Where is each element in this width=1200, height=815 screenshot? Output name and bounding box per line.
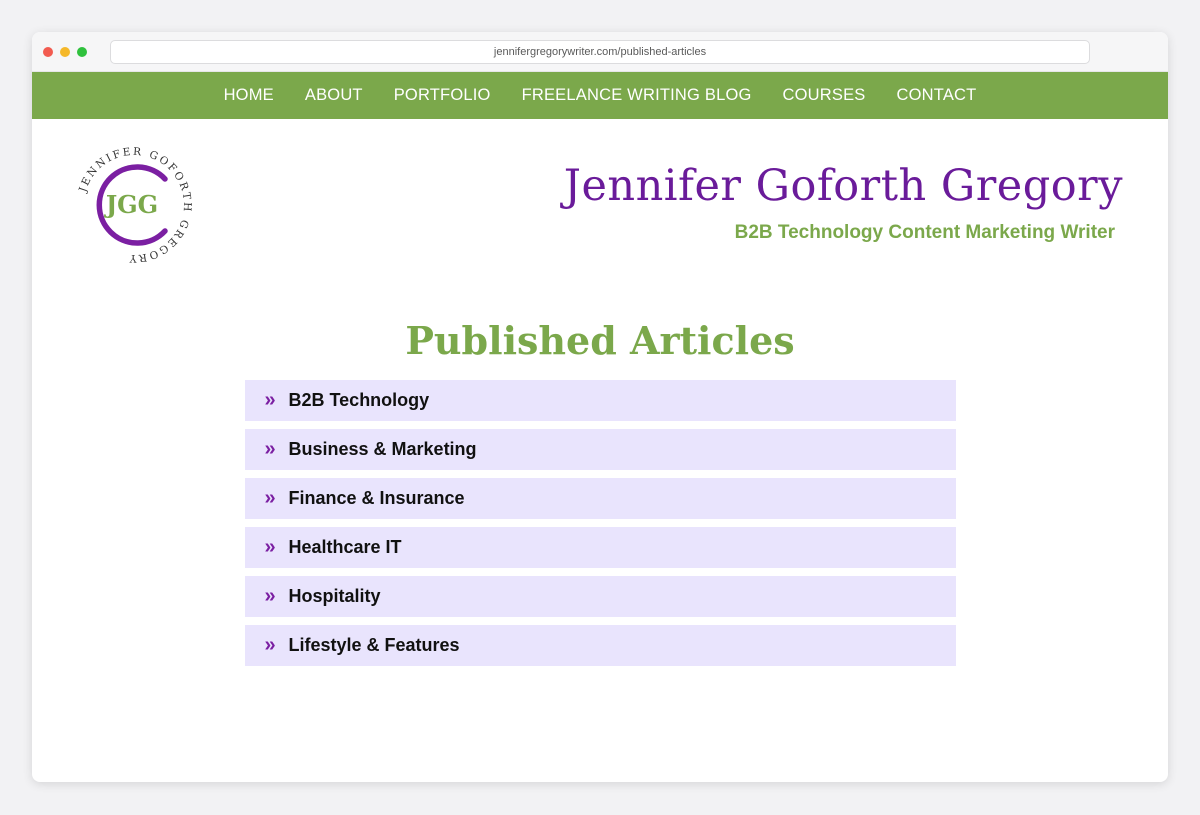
site-title[interactable]: Jennifer Goforth Gregory — [564, 161, 1123, 211]
double-chevron-right-icon: » — [264, 388, 276, 411]
accordion-item-b2b-technology[interactable]: » B2B Technology — [244, 380, 956, 421]
close-window-button[interactable] — [43, 47, 53, 57]
accordion-item-label: Finance & Insurance — [288, 488, 465, 508]
site-header: JENNIFER GOFORTH GREGORY JGG Jennifer Go… — [32, 119, 1168, 289]
logo-initials: JGG — [104, 190, 158, 219]
double-chevron-right-icon: » — [264, 633, 276, 656]
page-title: Published Articles — [405, 318, 795, 363]
accordion-item-label: Lifestyle & Features — [288, 635, 460, 655]
accordion-item-healthcare-it[interactable]: » Healthcare IT — [244, 527, 956, 568]
double-chevron-right-icon: » — [264, 584, 276, 607]
minimize-window-button[interactable] — [60, 47, 70, 57]
browser-window: jennifergregorywriter.com/published-arti… — [32, 32, 1168, 782]
nav-item-about[interactable]: ABOUT — [305, 86, 363, 105]
double-chevron-right-icon: » — [264, 437, 276, 460]
category-accordion: » B2B Technology » Business & Marketing … — [244, 380, 956, 666]
accordion-item-business-marketing[interactable]: » Business & Marketing — [244, 429, 956, 470]
nav-item-blog[interactable]: FREELANCE WRITING BLOG — [522, 86, 752, 105]
site-logo[interactable]: JENNIFER GOFORTH GREGORY JGG — [72, 143, 196, 267]
accordion-item-label: B2B Technology — [288, 390, 430, 410]
double-chevron-right-icon: » — [264, 486, 276, 509]
address-bar[interactable]: jennifergregorywriter.com/published-arti… — [110, 40, 1090, 64]
main-nav: HOME ABOUT PORTFOLIO FREELANCE WRITING B… — [32, 72, 1168, 119]
accordion-item-hospitality[interactable]: » Hospitality — [244, 576, 956, 617]
accordion-item-lifestyle-features[interactable]: » Lifestyle & Features — [244, 625, 956, 666]
accordion-item-finance-insurance[interactable]: » Finance & Insurance — [244, 478, 956, 519]
nav-item-courses[interactable]: COURSES — [783, 86, 866, 105]
site-tagline: B2B Technology Content Marketing Writer — [734, 222, 1115, 243]
maximize-window-button[interactable] — [77, 47, 87, 57]
nav-item-home[interactable]: HOME — [224, 86, 274, 105]
nav-item-contact[interactable]: CONTACT — [897, 86, 977, 105]
accordion-item-label: Healthcare IT — [288, 537, 402, 557]
browser-chrome: jennifergregorywriter.com/published-arti… — [32, 32, 1168, 72]
logo-mark-icon: JENNIFER GOFORTH GREGORY JGG — [77, 146, 191, 264]
double-chevron-right-icon: » — [264, 535, 276, 558]
nav-item-portfolio[interactable]: PORTFOLIO — [394, 86, 491, 105]
window-controls — [43, 47, 87, 57]
accordion-item-label: Hospitality — [288, 586, 381, 606]
accordion-item-label: Business & Marketing — [288, 439, 477, 459]
